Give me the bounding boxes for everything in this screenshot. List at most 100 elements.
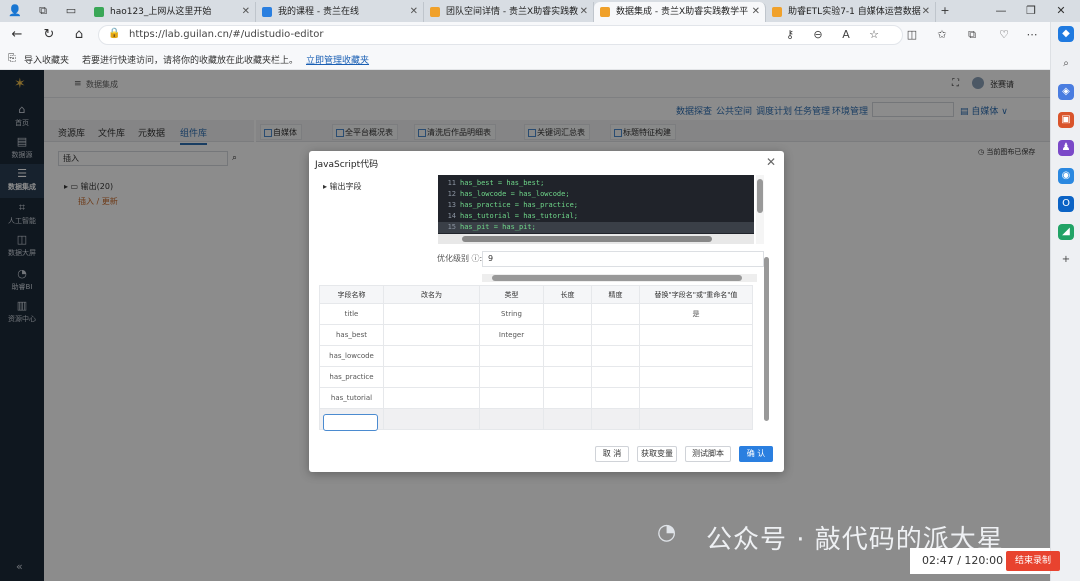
- confirm-button[interactable]: 确 认: [739, 446, 773, 462]
- cell[interactable]: [591, 408, 640, 430]
- scroll-thumb[interactable]: [492, 275, 742, 281]
- refresh-icon[interactable]: ↻: [40, 26, 58, 44]
- close-icon[interactable]: ✕: [766, 155, 776, 169]
- cell[interactable]: [591, 387, 640, 409]
- outlook-icon[interactable]: O: [1058, 196, 1074, 212]
- more-icon[interactable]: ⋯: [1024, 27, 1040, 43]
- close-window-icon[interactable]: ✕: [1046, 0, 1076, 22]
- cell[interactable]: [639, 345, 753, 367]
- manage-favorites-link[interactable]: 立即管理收藏夹: [306, 53, 369, 66]
- favorites-hint: 若要进行快速访问，请将你的收藏放在此收藏夹栏上。: [82, 56, 299, 66]
- cell[interactable]: 是: [639, 303, 753, 325]
- designer-icon[interactable]: ◢: [1058, 224, 1074, 240]
- tab-actions-icon[interactable]: ▭: [56, 0, 86, 22]
- cell[interactable]: [543, 303, 592, 325]
- cell[interactable]: Integer: [479, 324, 544, 346]
- table-row-new[interactable]: [319, 408, 753, 430]
- close-tab-icon[interactable]: ✕: [580, 2, 588, 22]
- cell[interactable]: [591, 345, 640, 367]
- optimization-label: 优化级别 ⓘ:: [437, 254, 483, 263]
- games-icon[interactable]: ♟: [1058, 140, 1074, 156]
- cell[interactable]: String: [479, 303, 544, 325]
- cell[interactable]: [383, 408, 480, 430]
- code-vertical-scrollbar[interactable]: [756, 175, 764, 244]
- cell[interactable]: has_best: [319, 324, 384, 346]
- read-aloud-icon[interactable]: A: [838, 27, 854, 43]
- performance-icon[interactable]: ♡: [996, 27, 1012, 43]
- close-tab-icon[interactable]: ✕: [922, 2, 930, 22]
- close-tab-icon[interactable]: ✕: [752, 2, 760, 22]
- cell[interactable]: [383, 387, 480, 409]
- cell[interactable]: [639, 324, 753, 346]
- profile-icon[interactable]: 👤: [0, 0, 30, 22]
- cell[interactable]: [479, 408, 544, 430]
- browser-tab[interactable]: 助睿ETL实验7-1 自媒体运营数据 ✕: [766, 2, 936, 22]
- favorites-icon[interactable]: ✩: [934, 27, 950, 43]
- cell[interactable]: [543, 345, 592, 367]
- browser-tab-active[interactable]: 数据集成 - 贵兰X助睿实践教学平 ✕: [594, 2, 766, 22]
- browser-tab[interactable]: 我的课程 - 贵兰在线 ✕: [256, 2, 424, 22]
- split-screen-icon[interactable]: ◫: [904, 27, 920, 43]
- tag-icon[interactable]: ◈: [1058, 84, 1074, 100]
- collections-icon[interactable]: ⧉: [964, 27, 980, 43]
- test-script-button[interactable]: 测试脚本: [685, 446, 731, 462]
- table-row[interactable]: has_best Integer: [319, 324, 753, 346]
- grid-horizontal-scrollbar[interactable]: [482, 274, 757, 282]
- cell[interactable]: title: [319, 303, 384, 325]
- workspaces-icon[interactable]: ⧉: [28, 0, 58, 22]
- cell[interactable]: [383, 324, 480, 346]
- home-icon[interactable]: ⌂: [70, 26, 88, 44]
- cell[interactable]: [591, 303, 640, 325]
- office-icon[interactable]: ◉: [1058, 168, 1074, 184]
- cell[interactable]: [383, 366, 480, 388]
- cell[interactable]: has_practice: [319, 366, 384, 388]
- new-field-input[interactable]: [323, 414, 378, 431]
- cell[interactable]: has_lowcode: [319, 345, 384, 367]
- end-recording-button[interactable]: 结束录制: [1006, 551, 1060, 571]
- cell[interactable]: [479, 387, 544, 409]
- table-row[interactable]: has_practice: [319, 366, 753, 388]
- copilot-icon[interactable]: ◆: [1058, 26, 1074, 42]
- cell[interactable]: [479, 345, 544, 367]
- browser-tab[interactable]: hao123_上网从这里开始 ✕: [88, 2, 256, 22]
- new-tab-button[interactable]: +: [930, 0, 960, 22]
- cell[interactable]: [639, 387, 753, 409]
- cell[interactable]: [383, 345, 480, 367]
- minimize-icon[interactable]: —: [986, 0, 1016, 22]
- table-row[interactable]: has_lowcode: [319, 345, 753, 367]
- optimization-input[interactable]: 9: [482, 251, 764, 267]
- import-favorites-link[interactable]: 导入收藏夹: [24, 53, 69, 66]
- cell[interactable]: [543, 366, 592, 388]
- scroll-thumb[interactable]: [462, 236, 712, 242]
- cell[interactable]: [479, 366, 544, 388]
- zoom-icon[interactable]: ⊖: [810, 27, 826, 43]
- cell[interactable]: [543, 324, 592, 346]
- scroll-thumb[interactable]: [764, 257, 769, 421]
- browser-tab[interactable]: 团队空间详情 - 贵兰X助睿实践教 ✕: [424, 2, 594, 22]
- search-icon[interactable]: ⌕: [1058, 56, 1074, 72]
- close-tab-icon[interactable]: ✕: [410, 2, 418, 22]
- grid-vertical-scrollbar[interactable]: [760, 251, 774, 436]
- close-tab-icon[interactable]: ✕: [242, 2, 250, 22]
- restore-icon[interactable]: ❐: [1016, 0, 1046, 22]
- cell[interactable]: [591, 366, 640, 388]
- code-horizontal-scrollbar[interactable]: [438, 234, 754, 244]
- table-row[interactable]: has_tutorial: [319, 387, 753, 409]
- key-icon[interactable]: ⚷: [782, 27, 798, 43]
- cell[interactable]: [383, 303, 480, 325]
- tree-output-fields[interactable]: ▸ 输出字段: [323, 181, 362, 192]
- cell[interactable]: [639, 408, 753, 430]
- cell[interactable]: [639, 366, 753, 388]
- table-row[interactable]: title String 是: [319, 303, 753, 325]
- toolbox-icon[interactable]: ▣: [1058, 112, 1074, 128]
- add-sidebar-icon[interactable]: +: [1058, 252, 1074, 268]
- cell[interactable]: [591, 324, 640, 346]
- cell[interactable]: [543, 408, 592, 430]
- cancel-button[interactable]: 取 消: [595, 446, 629, 462]
- scroll-thumb[interactable]: [757, 179, 763, 213]
- get-variables-button[interactable]: 获取变量: [637, 446, 677, 462]
- cell[interactable]: has_tutorial: [319, 387, 384, 409]
- back-icon[interactable]: ←: [8, 26, 26, 44]
- favorite-star-icon[interactable]: ☆: [866, 27, 882, 43]
- cell[interactable]: [543, 387, 592, 409]
